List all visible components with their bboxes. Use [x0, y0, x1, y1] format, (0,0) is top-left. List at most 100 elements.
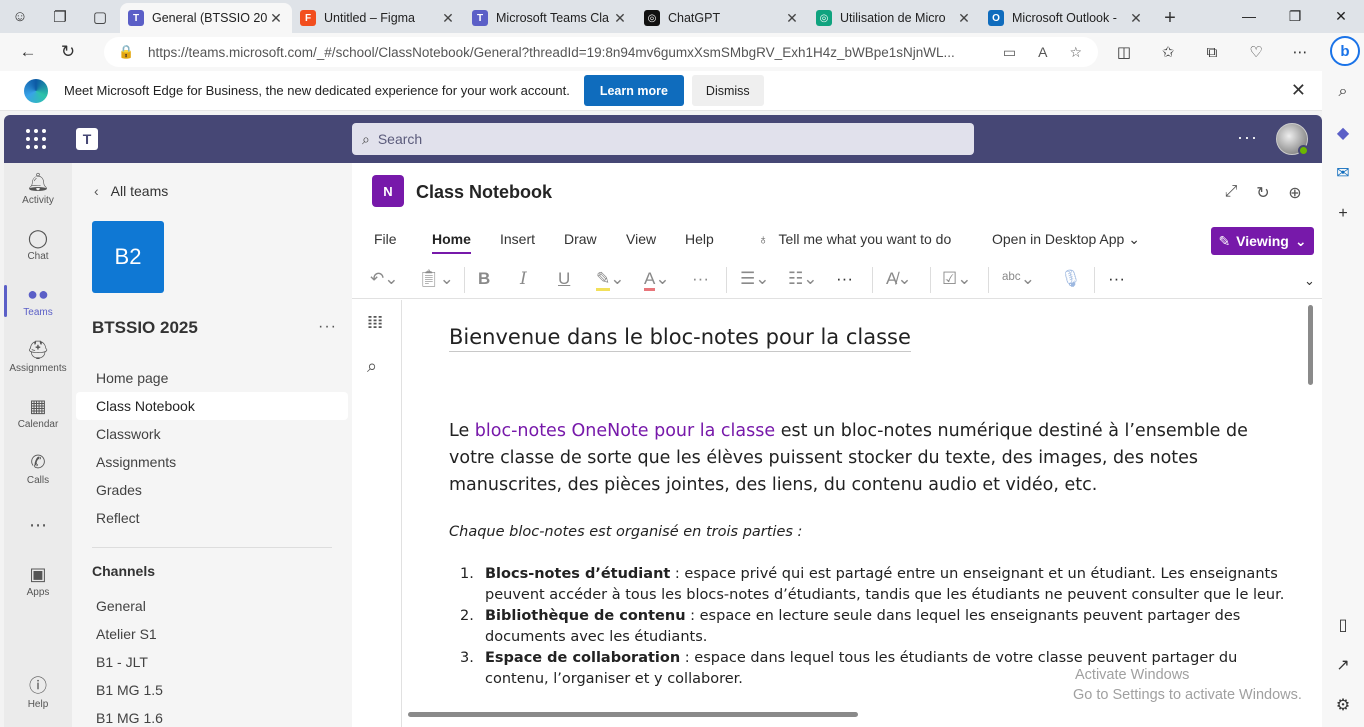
rail-item-apps[interactable]: ▣ Apps: [4, 555, 72, 607]
close-window-icon[interactable]: ✕: [1318, 0, 1364, 32]
close-tab-icon[interactable]: ✕: [440, 10, 456, 27]
more-options-icon[interactable]: ···: [1108, 269, 1125, 289]
expand-icon[interactable]: ⤢: [1222, 183, 1240, 203]
channel-item[interactable]: B1 - JLT: [76, 648, 348, 676]
url-field[interactable]: 🔒 https://teams.microsoft.com/_#/school/…: [104, 37, 1098, 67]
channel-item[interactable]: B1 MG 1.6: [76, 704, 348, 727]
spelling-icon[interactable]: ᵃᵇᶜ⌄: [1002, 269, 1035, 289]
rail-item-assignments[interactable]: ⛑ Assignments: [4, 331, 72, 383]
close-tab-icon[interactable]: ✕: [956, 10, 972, 27]
library-icon[interactable]: 𝍖: [367, 312, 383, 333]
learn-more-button[interactable]: Learn more: [583, 75, 684, 106]
tag-icon[interactable]: ☑⌄: [942, 269, 971, 289]
tab-help[interactable]: Help: [685, 231, 714, 247]
rail-item-chat[interactable]: ◯ Chat: [4, 219, 72, 271]
undo-icon[interactable]: ↶⌄: [370, 269, 399, 289]
globe-icon[interactable]: ⊕: [1286, 183, 1304, 203]
more-options-icon[interactable]: ···: [1237, 127, 1258, 148]
avatar[interactable]: [1276, 123, 1309, 156]
browser-tab-chatgpt[interactable]: ◎ ChatGPT ✕: [636, 3, 808, 33]
underline-icon[interactable]: U: [558, 269, 570, 289]
restore-icon[interactable]: ❐: [1272, 0, 1318, 32]
rail-item-calls[interactable]: ✆ Calls: [4, 443, 72, 495]
close-icon[interactable]: ✕: [1291, 80, 1306, 101]
styles-icon[interactable]: A̸⌄: [886, 269, 912, 289]
channel-item[interactable]: Atelier S1: [76, 620, 348, 648]
team-more-options-icon[interactable]: ···: [318, 318, 337, 336]
app-launcher-icon[interactable]: [26, 129, 46, 149]
rail-item-teams[interactable]: ●● Teams: [4, 275, 72, 327]
team-nav-classwork[interactable]: Classwork: [76, 420, 348, 448]
rail-item-calendar[interactable]: ▦ Calendar: [4, 387, 72, 439]
browser-tab-figma[interactable]: F Untitled – Figma ✕: [292, 3, 464, 33]
team-nav-class-notebook[interactable]: Class Notebook: [76, 392, 348, 420]
highlight-icon[interactable]: ✎⌄: [596, 269, 625, 291]
search-icon[interactable]: ⌕: [367, 356, 377, 377]
dictate-icon[interactable]: 🎙︎: [1060, 269, 1082, 289]
copilot-shapes-icon[interactable]: ◆: [1322, 123, 1364, 143]
close-tab-icon[interactable]: ✕: [1128, 10, 1144, 27]
read-aloud-icon[interactable]: A: [1038, 44, 1047, 61]
sidebar-panel-icon[interactable]: ▯: [1322, 615, 1364, 635]
bullets-icon[interactable]: ☰⌄: [740, 269, 769, 289]
channel-item[interactable]: General: [76, 592, 348, 620]
tab-file[interactable]: File: [374, 231, 397, 247]
rail-item-help[interactable]: ⓘ Help: [4, 667, 72, 719]
back-icon[interactable]: ←: [8, 36, 48, 68]
more-paragraph-icon[interactable]: ···: [836, 269, 853, 289]
close-tab-icon[interactable]: ✕: [612, 10, 628, 27]
new-tab-icon[interactable]: +: [1152, 3, 1188, 33]
dismiss-button[interactable]: Dismiss: [691, 75, 764, 106]
favorite-star-icon[interactable]: ☆: [1069, 44, 1082, 61]
outlook-icon[interactable]: ✉: [1322, 163, 1364, 183]
open-desktop-button[interactable]: Open in Desktop App ⌄: [992, 231, 1140, 248]
close-tab-icon[interactable]: ✕: [784, 10, 800, 27]
search-icon[interactable]: ⌕: [1322, 83, 1364, 101]
browser-essentials-icon[interactable]: ♡: [1234, 43, 1278, 61]
workspaces-icon[interactable]: ❐: [40, 0, 80, 33]
settings-more-icon[interactable]: ⋯: [1278, 43, 1322, 61]
rail-item-more[interactable]: ⋯: [4, 499, 72, 551]
browser-tab-teams-general[interactable]: T General (BTSSIO 202 ✕: [120, 3, 292, 33]
collections-icon[interactable]: ⧉: [1190, 44, 1234, 61]
collapse-ribbon-icon[interactable]: ⌄: [1304, 273, 1315, 289]
all-teams-link[interactable]: ‹ All teams: [94, 183, 168, 199]
browser-tab-outlook[interactable]: O Microsoft Outlook - ✕: [980, 3, 1152, 33]
favorites-icon[interactable]: ✩: [1146, 43, 1190, 61]
search-input[interactable]: ⌕ Search: [352, 123, 974, 155]
team-nav-assignments[interactable]: Assignments: [76, 448, 348, 476]
numbering-icon[interactable]: ☷⌄: [788, 269, 817, 289]
more-format-icon[interactable]: ···: [692, 269, 709, 289]
browser-tab-teams-class[interactable]: T Microsoft Teams Cla ✕: [464, 3, 636, 33]
minimize-icon[interactable]: —: [1226, 0, 1272, 32]
tab-view[interactable]: View: [626, 231, 656, 247]
rail-item-activity[interactable]: 🔔︎ Activity: [4, 163, 72, 215]
refresh-icon[interactable]: ↻: [48, 36, 88, 68]
onenote-link[interactable]: bloc-notes OneNote pour la classe: [475, 421, 775, 441]
viewing-mode-button[interactable]: ✎ Viewing ⌄: [1211, 227, 1314, 255]
tab-actions-icon[interactable]: ▢: [80, 0, 120, 33]
open-external-icon[interactable]: ↗: [1322, 655, 1364, 675]
split-screen-icon[interactable]: ◫: [1102, 43, 1146, 61]
channel-item[interactable]: B1 MG 1.5: [76, 676, 348, 704]
profile-icon[interactable]: ☺: [0, 0, 40, 33]
paste-icon[interactable]: 📋︎⌄: [418, 269, 454, 289]
team-nav-home-page[interactable]: Home page: [76, 364, 348, 392]
tab-draw[interactable]: Draw: [564, 231, 597, 247]
vertical-scrollbar[interactable]: [1308, 305, 1313, 385]
camera-icon[interactable]: ▭: [1003, 44, 1016, 61]
copilot-icon[interactable]: b: [1330, 36, 1360, 66]
add-icon[interactable]: +: [1322, 205, 1364, 223]
tell-me-search[interactable]: ♁ Tell me what you want to do: [758, 231, 951, 247]
close-tab-icon[interactable]: ✕: [268, 10, 284, 27]
page-heading[interactable]: Bienvenue dans le bloc-notes pour la cla…: [449, 325, 911, 352]
italic-icon[interactable]: I: [520, 269, 527, 289]
font-color-icon[interactable]: A⌄: [644, 269, 670, 291]
refresh-icon[interactable]: ↻: [1254, 183, 1272, 203]
bold-icon[interactable]: B: [478, 269, 490, 289]
horizontal-scrollbar[interactable]: [408, 712, 858, 717]
tab-insert[interactable]: Insert: [500, 231, 535, 247]
tab-home[interactable]: Home: [432, 231, 471, 254]
team-nav-reflect[interactable]: Reflect: [76, 504, 348, 532]
gear-icon[interactable]: ⚙: [1322, 695, 1364, 715]
